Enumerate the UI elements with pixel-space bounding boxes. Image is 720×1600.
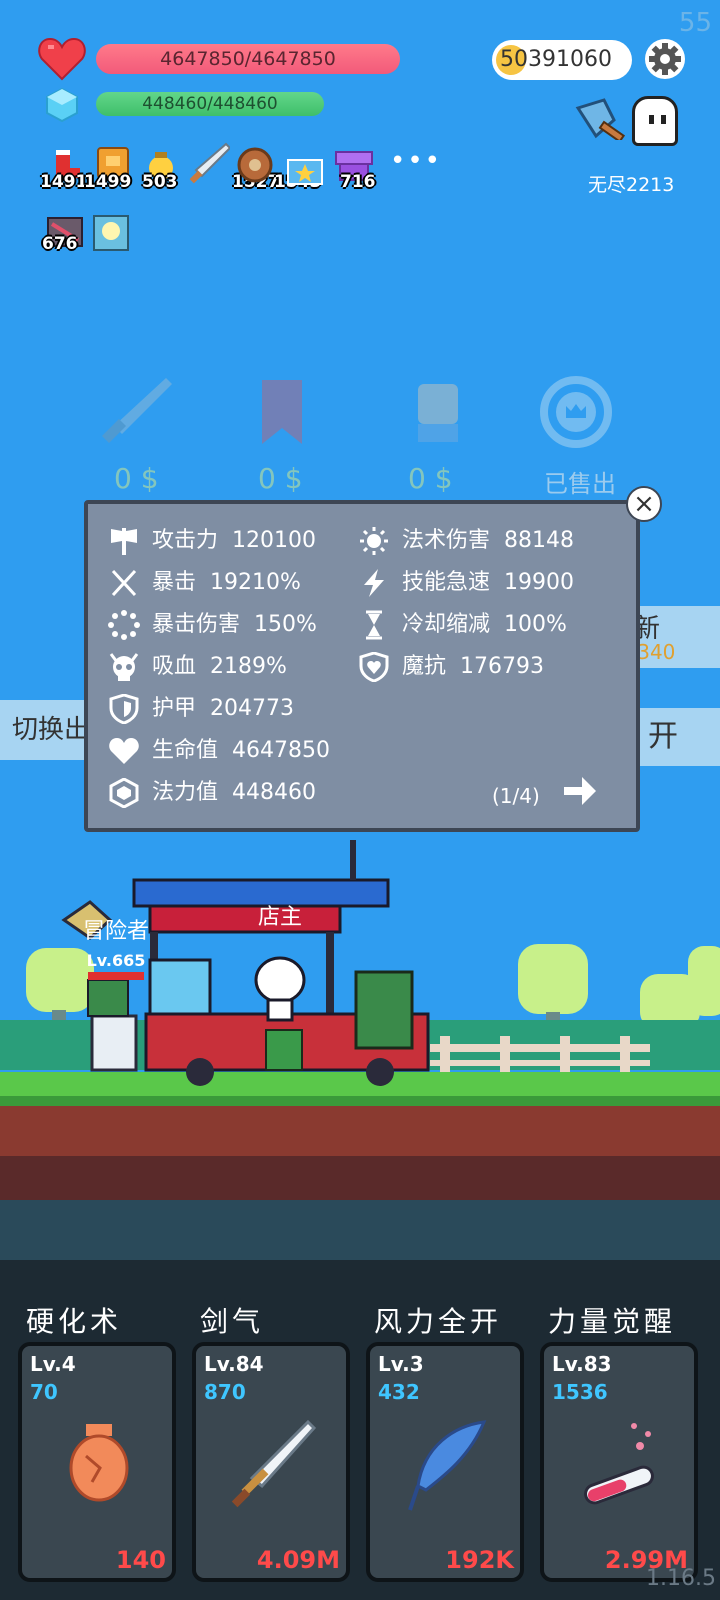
heart-icon (38, 37, 86, 81)
hourglass-icon (366, 610, 382, 640)
star-box-item-icon (287, 159, 323, 185)
crit-ring-icon (108, 610, 140, 640)
sword-shop-item-icon[interactable] (100, 374, 176, 450)
skill-level: Lv.83 (552, 1352, 612, 1376)
shield-item-icon (237, 147, 273, 183)
skill-level: Lv.4 (30, 1352, 76, 1376)
stat-magic-resist: 魔抗 176793 (358, 648, 544, 682)
stat-hp: 生命值 4647850 (108, 732, 330, 766)
vase-icon (69, 1424, 129, 1502)
stat-crit: 暴击 19210% (108, 564, 301, 598)
gold-counter: 50391060 (492, 40, 632, 80)
stat-mp: 法力值 448460 (108, 774, 316, 808)
version-label: 1.16.5 (646, 1566, 716, 1591)
page-indicator: (1/4) (492, 784, 540, 808)
skill-name: 力量觉醒 (548, 1305, 677, 1338)
mana-bar: 448460/448460 (96, 92, 324, 116)
sword-icon (231, 1419, 316, 1508)
item-count: 716 (340, 172, 376, 192)
skill-card-sword-qi[interactable]: Lv.84 870 4.09M (192, 1342, 350, 1582)
skill-cost: 192K (445, 1546, 514, 1574)
fps-counter: 55 (678, 8, 712, 38)
ghost-icon[interactable] (632, 96, 678, 146)
settings-gear-icon[interactable] (644, 38, 686, 80)
skill-value: 70 (30, 1380, 58, 1404)
gem-icon (109, 778, 139, 808)
skill-card-full-wind[interactable]: Lv.3 432 192K (366, 1342, 524, 1582)
item-count: 1491 (40, 172, 88, 192)
stat-spell-damage: 法术伤害 88148 (358, 522, 574, 556)
heart-icon (109, 738, 139, 764)
game-scene: 店主 冒险者 Lv.665 (0, 840, 720, 1200)
endless-level-label: 无尽2213 (588, 174, 675, 196)
skill-card-power-awaken[interactable]: Lv.83 1536 2.99M (540, 1342, 698, 1582)
more-items-button[interactable]: ••• (390, 146, 442, 176)
shop-price: 0 $ (114, 462, 159, 495)
crossed-swords-icon (111, 569, 137, 597)
shop-sign-text: 店主 (258, 905, 302, 930)
skill-card-hardening[interactable]: Lv.4 70 140 (18, 1342, 176, 1582)
skill-value: 432 (378, 1380, 420, 1404)
stat-skill-haste: 技能急速 19900 (358, 564, 574, 598)
shop-price: 0 $ (258, 462, 303, 495)
skill-cost: 4.09M (256, 1546, 340, 1574)
skill-value: 1536 (552, 1380, 608, 1404)
crown-badge-shop-item-icon[interactable] (538, 374, 614, 450)
skill-name: 硬化术 (26, 1305, 123, 1338)
item-count: 676 (42, 234, 78, 254)
heart-shield-icon (359, 652, 389, 682)
skill-level: Lv.3 (378, 1352, 424, 1376)
skill-name: 剑气 (200, 1305, 265, 1338)
stat-crit-damage: 暴击伤害 150% (108, 606, 317, 640)
feather-icon (408, 1420, 487, 1511)
skill-name: 风力全开 (374, 1305, 503, 1338)
skill-value: 870 (204, 1380, 246, 1404)
stat-cooldown: 冷却缩减 100% (358, 606, 567, 640)
item-count: 503 (142, 172, 178, 192)
hp-bar: 4647850/4647850 (96, 44, 400, 74)
bookmark-shop-item-icon[interactable] (244, 374, 320, 450)
battle-axe-icon[interactable] (574, 96, 630, 140)
skull-icon (109, 653, 139, 681)
axe-icon (111, 528, 137, 555)
stat-lifesteal: 吸血 2189% (108, 648, 287, 682)
sun-icon (360, 527, 388, 555)
player-name: 冒险者 (83, 919, 149, 944)
mana-gem-icon (46, 88, 78, 122)
close-button[interactable]: × (626, 486, 662, 522)
lightning-icon (364, 569, 384, 597)
item-count: 1499 (84, 172, 132, 192)
stat-attack: 攻击力 120100 (108, 522, 316, 556)
stat-armor: 护甲 204773 (108, 690, 294, 724)
green-robot (354, 970, 414, 1050)
sign-board (265, 1029, 303, 1071)
shop-price: 0 $ (408, 462, 453, 495)
gauntlet-shop-item-icon[interactable] (400, 374, 476, 450)
next-page-arrow-icon[interactable] (562, 774, 598, 808)
skill-level: Lv.84 (204, 1352, 264, 1376)
stats-panel: × 攻击力 120100 暴击 19210% 暴击伤害 150% 吸血 2189% 护甲… (84, 486, 662, 832)
sword-item-icon (189, 142, 230, 184)
player-level: Lv.665 (87, 951, 146, 970)
potion-tube-icon (584, 1423, 654, 1505)
sold-out-label: 已售出 (544, 470, 616, 498)
skill-cost: 140 (115, 1546, 166, 1574)
shield-icon (109, 694, 139, 724)
bulb-item-icon (93, 215, 129, 251)
